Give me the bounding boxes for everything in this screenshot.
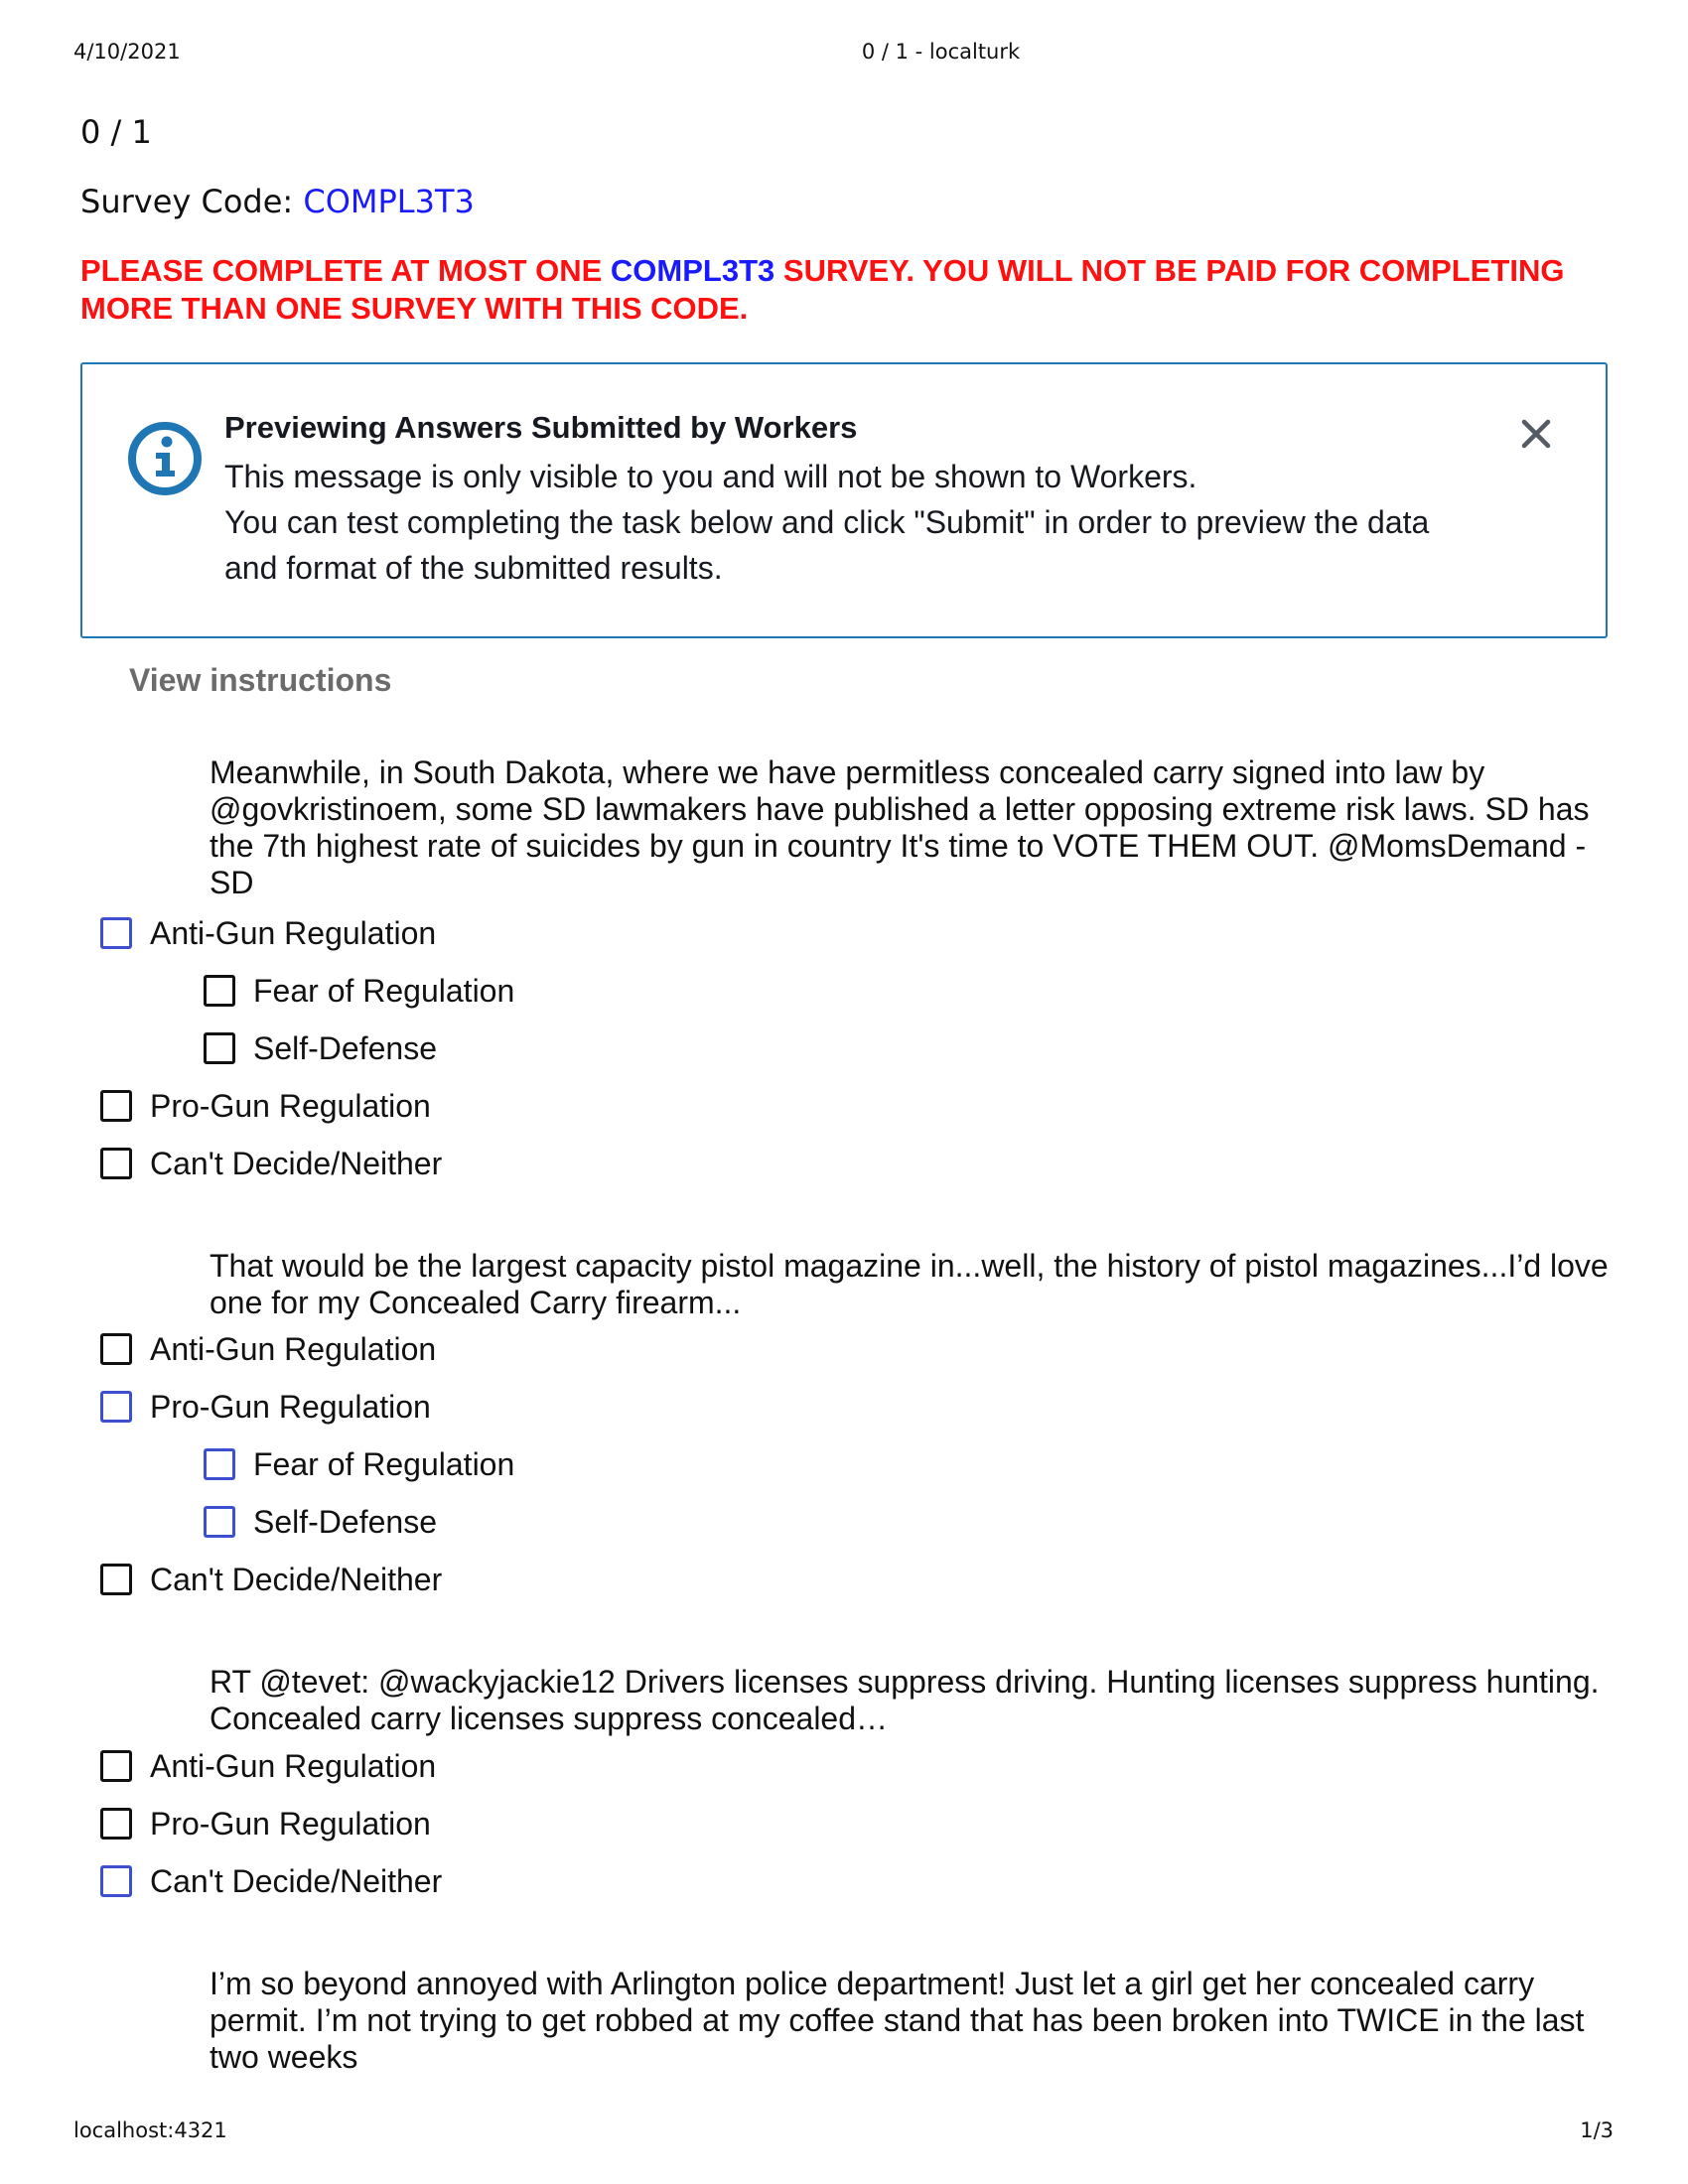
checkbox[interactable] xyxy=(100,1333,132,1365)
option-label: Anti-Gun Regulation xyxy=(150,1330,437,1367)
checkbox[interactable] xyxy=(100,1865,132,1897)
option-cant-decide[interactable]: Can't Decide/Neither xyxy=(100,1861,442,1901)
print-header-title: 0 / 1 - localturk xyxy=(861,40,1021,64)
option-fear-of-regulation[interactable]: Fear of Regulation xyxy=(204,1444,514,1484)
print-footer-url: localhost:4321 xyxy=(73,2118,227,2142)
tweet-text: I’m so beyond annoyed with Arlington pol… xyxy=(210,1966,1585,2075)
checkbox[interactable] xyxy=(100,1750,132,1782)
option-label: Pro-Gun Regulation xyxy=(150,1388,431,1425)
warning-code: COMPL3T3 xyxy=(610,253,775,288)
progress-counter: 0 / 1 xyxy=(80,113,152,151)
option-label: Pro-Gun Regulation xyxy=(150,1087,431,1124)
option-label: Fear of Regulation xyxy=(253,1445,515,1482)
option-label: Pro-Gun Regulation xyxy=(150,1805,431,1842)
checkbox[interactable] xyxy=(100,1090,132,1122)
survey-code: Survey Code: COMPL3T3 xyxy=(80,183,475,220)
tweet-text: RT @tevet: @wackyjackie12 Drivers licens… xyxy=(210,1664,1600,1736)
preview-notice: Previewing Answers Submitted by Workers … xyxy=(80,362,1608,638)
checkbox[interactable] xyxy=(100,1148,132,1179)
option-label: Self-Defense xyxy=(253,1503,437,1540)
option-pro-gun-regulation[interactable]: Pro-Gun Regulation xyxy=(100,1387,431,1427)
preview-line: This message is only visible to you and … xyxy=(224,459,1197,494)
option-cant-decide[interactable]: Can't Decide/Neither xyxy=(100,1560,442,1599)
close-icon[interactable] xyxy=(1516,414,1556,454)
option-self-defense[interactable]: Self-Defense xyxy=(204,1502,437,1542)
tweet-text: That would be the largest capacity pisto… xyxy=(210,1248,1609,1320)
option-label: Anti-Gun Regulation xyxy=(150,1747,437,1784)
print-footer-page: 1/3 xyxy=(1580,2118,1614,2142)
checkbox[interactable] xyxy=(204,1448,235,1480)
preview-body: This message is only visible to you and … xyxy=(224,454,1495,591)
checkbox[interactable] xyxy=(100,1391,132,1423)
option-label: Can't Decide/Neither xyxy=(150,1862,443,1899)
checkbox[interactable] xyxy=(100,917,132,949)
option-self-defense[interactable]: Self-Defense xyxy=(204,1028,437,1068)
option-anti-gun-regulation[interactable]: Anti-Gun Regulation xyxy=(100,1329,436,1369)
option-label: Can't Decide/Neither xyxy=(150,1145,443,1181)
option-cant-decide[interactable]: Can't Decide/Neither xyxy=(100,1144,442,1183)
checkbox[interactable] xyxy=(100,1808,132,1840)
preview-line: and format of the submitted results. xyxy=(224,550,723,586)
tweet-text: Meanwhile, in South Dakota, where we hav… xyxy=(210,754,1590,900)
view-instructions-link[interactable]: View instructions xyxy=(129,662,391,699)
option-fear-of-regulation[interactable]: Fear of Regulation xyxy=(204,971,514,1011)
option-label: Can't Decide/Neither xyxy=(150,1561,443,1597)
preview-title: Previewing Answers Submitted by Workers xyxy=(224,410,858,445)
info-icon xyxy=(128,422,202,495)
option-anti-gun-regulation[interactable]: Anti-Gun Regulation xyxy=(100,1746,436,1786)
survey-code-value: COMPL3T3 xyxy=(303,183,475,220)
warning-text-1: PLEASE COMPLETE AT MOST ONE xyxy=(80,253,611,288)
warning-banner: PLEASE COMPLETE AT MOST ONE COMPL3T3 SUR… xyxy=(80,252,1610,328)
option-pro-gun-regulation[interactable]: Pro-Gun Regulation xyxy=(100,1804,431,1843)
option-pro-gun-regulation[interactable]: Pro-Gun Regulation xyxy=(100,1086,431,1126)
preview-line: You can test completing the task below a… xyxy=(224,504,1430,540)
checkbox[interactable] xyxy=(100,1564,132,1595)
option-label: Self-Defense xyxy=(253,1029,437,1066)
checkbox[interactable] xyxy=(204,975,235,1007)
checkbox[interactable] xyxy=(204,1506,235,1538)
option-label: Anti-Gun Regulation xyxy=(150,914,437,951)
survey-code-label: Survey Code: xyxy=(80,183,304,220)
checkbox[interactable] xyxy=(204,1032,235,1064)
option-label: Fear of Regulation xyxy=(253,972,515,1009)
option-anti-gun-regulation[interactable]: Anti-Gun Regulation xyxy=(100,913,436,953)
